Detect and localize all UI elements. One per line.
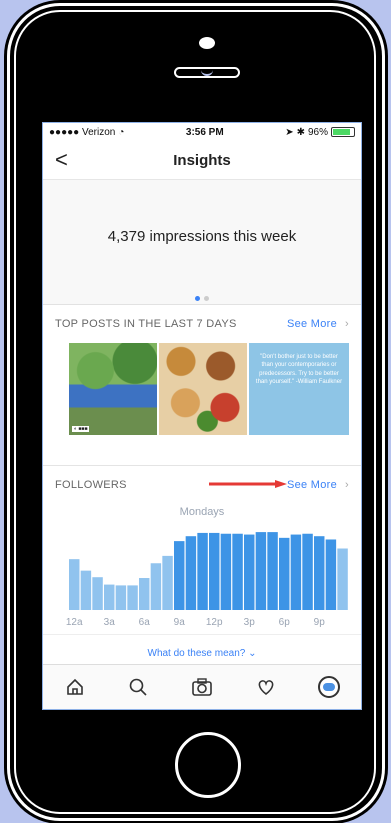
- chart-bar-9p: [314, 536, 325, 610]
- chart-bar-7a: [150, 563, 162, 610]
- chart-bar-12a: [69, 559, 80, 610]
- top-post-group-photo[interactable]: ◐ ■■■: [69, 343, 157, 435]
- impressions-text: 4,379 impressions this week: [107, 228, 297, 245]
- chart-bar-10p: [325, 539, 337, 610]
- followers-see-more[interactable]: See More ›: [287, 479, 349, 491]
- followers-header: FOLLOWERS See More ›: [43, 466, 361, 504]
- phone-screen: ●●●●● Verizon ◔ 3:56 PM ➤ ✱ 96% < Insigh…: [42, 122, 362, 710]
- page-title: Insights: [173, 151, 231, 169]
- chart-bar-4a: [115, 585, 127, 610]
- top-posts-row: ◐ ■■■ "Don't bother just to be better th…: [43, 343, 361, 435]
- followers-chart: Mondays 12a 3a 6a 9a 12p 3p 6p 9p: [43, 504, 361, 634]
- avatar: [318, 676, 341, 698]
- home-icon[interactable]: [61, 673, 89, 701]
- battery-icon: [330, 127, 355, 137]
- chart-title: Mondays: [179, 506, 225, 518]
- followers-bar-chart: 12a 3a 6a 9a 12p 3p 6p 9p: [66, 532, 348, 628]
- x-tick-label: 6a: [139, 617, 151, 628]
- status-bar: ●●●●● Verizon ◔ 3:56 PM ➤ ✱ 96%: [43, 123, 361, 141]
- bluetooth-icon: ✱: [296, 126, 305, 138]
- followers-title: FOLLOWERS: [55, 479, 127, 491]
- page-dots: [43, 288, 361, 306]
- top-posts-see-more[interactable]: See More ›: [287, 318, 349, 330]
- wifi-icon: ◔: [118, 126, 125, 138]
- x-tick-label: 3p: [244, 617, 256, 628]
- see-more-label: See More: [286, 479, 338, 491]
- chevron-right-icon: ›: [345, 318, 349, 330]
- red-arrow-annotation: [209, 480, 287, 488]
- search-icon[interactable]: [124, 673, 152, 701]
- top-posts-title: TOP POSTS IN THE LAST 7 DAYS: [55, 318, 237, 330]
- nav-bar: < Insights: [43, 141, 361, 180]
- chart-bar-10a: [185, 536, 197, 610]
- front-camera: [199, 37, 215, 49]
- status-time: 3:56 PM: [185, 126, 224, 138]
- top-posts-header: TOP POSTS IN THE LAST 7 DAYS See More ›: [43, 305, 361, 343]
- chart-bar-6p: [279, 537, 290, 610]
- location-icon: ➤: [285, 126, 294, 138]
- x-tick-label: 12p: [206, 617, 223, 628]
- camera-icon[interactable]: [188, 673, 216, 701]
- profile-avatar[interactable]: [315, 673, 343, 701]
- x-tick-label: 6p: [279, 617, 291, 628]
- page-dot: [204, 296, 209, 301]
- chart-bar-1p: [220, 533, 232, 610]
- x-tick-label: 9a: [174, 617, 186, 628]
- page-dot: [195, 296, 200, 301]
- chart-bar-1a: [80, 570, 92, 610]
- top-post-quote[interactable]: "Don't bother just to be better than you…: [249, 343, 349, 435]
- post-caption-mark: ◐ ■■■: [72, 426, 90, 432]
- chart-bar-8a: [162, 555, 173, 610]
- chart-bar-9a: [174, 541, 185, 610]
- x-tick-label: 12a: [66, 617, 83, 628]
- x-tick-label: 3a: [104, 617, 116, 628]
- chart-bar-12p: [209, 532, 220, 610]
- chart-bar-3p: [244, 534, 255, 610]
- chart-bar-7p: [290, 534, 302, 610]
- carrier-label: ●●●●● Verizon: [49, 126, 116, 138]
- chart-bar-2p: [232, 533, 243, 610]
- chart-bar-3a: [104, 584, 115, 610]
- quote-text: "Don't bother just to be better than you…: [255, 354, 343, 386]
- chart-bar-11p: [337, 548, 348, 610]
- chart-bar-2a: [92, 577, 103, 610]
- home-button[interactable]: [175, 732, 241, 798]
- chart-bar-5p: [267, 532, 278, 610]
- back-button[interactable]: <: [55, 147, 68, 173]
- battery-percent: 96%: [307, 126, 328, 138]
- see-more-label: See More: [286, 318, 338, 330]
- chart-bar-11a: [197, 532, 208, 610]
- x-tick-label: 9p: [314, 617, 326, 628]
- impressions-card[interactable]: 4,379 impressions this week: [43, 180, 361, 305]
- top-post-food-collage[interactable]: [159, 343, 247, 435]
- chevron-right-icon: ›: [345, 479, 349, 491]
- tab-bar: [43, 664, 361, 709]
- chart-bar-4p: [255, 532, 267, 610]
- chart-bar-6a: [139, 578, 150, 610]
- chart-bar-5a: [127, 585, 138, 610]
- heart-icon[interactable]: [252, 673, 280, 701]
- chart-bar-8p: [302, 533, 313, 610]
